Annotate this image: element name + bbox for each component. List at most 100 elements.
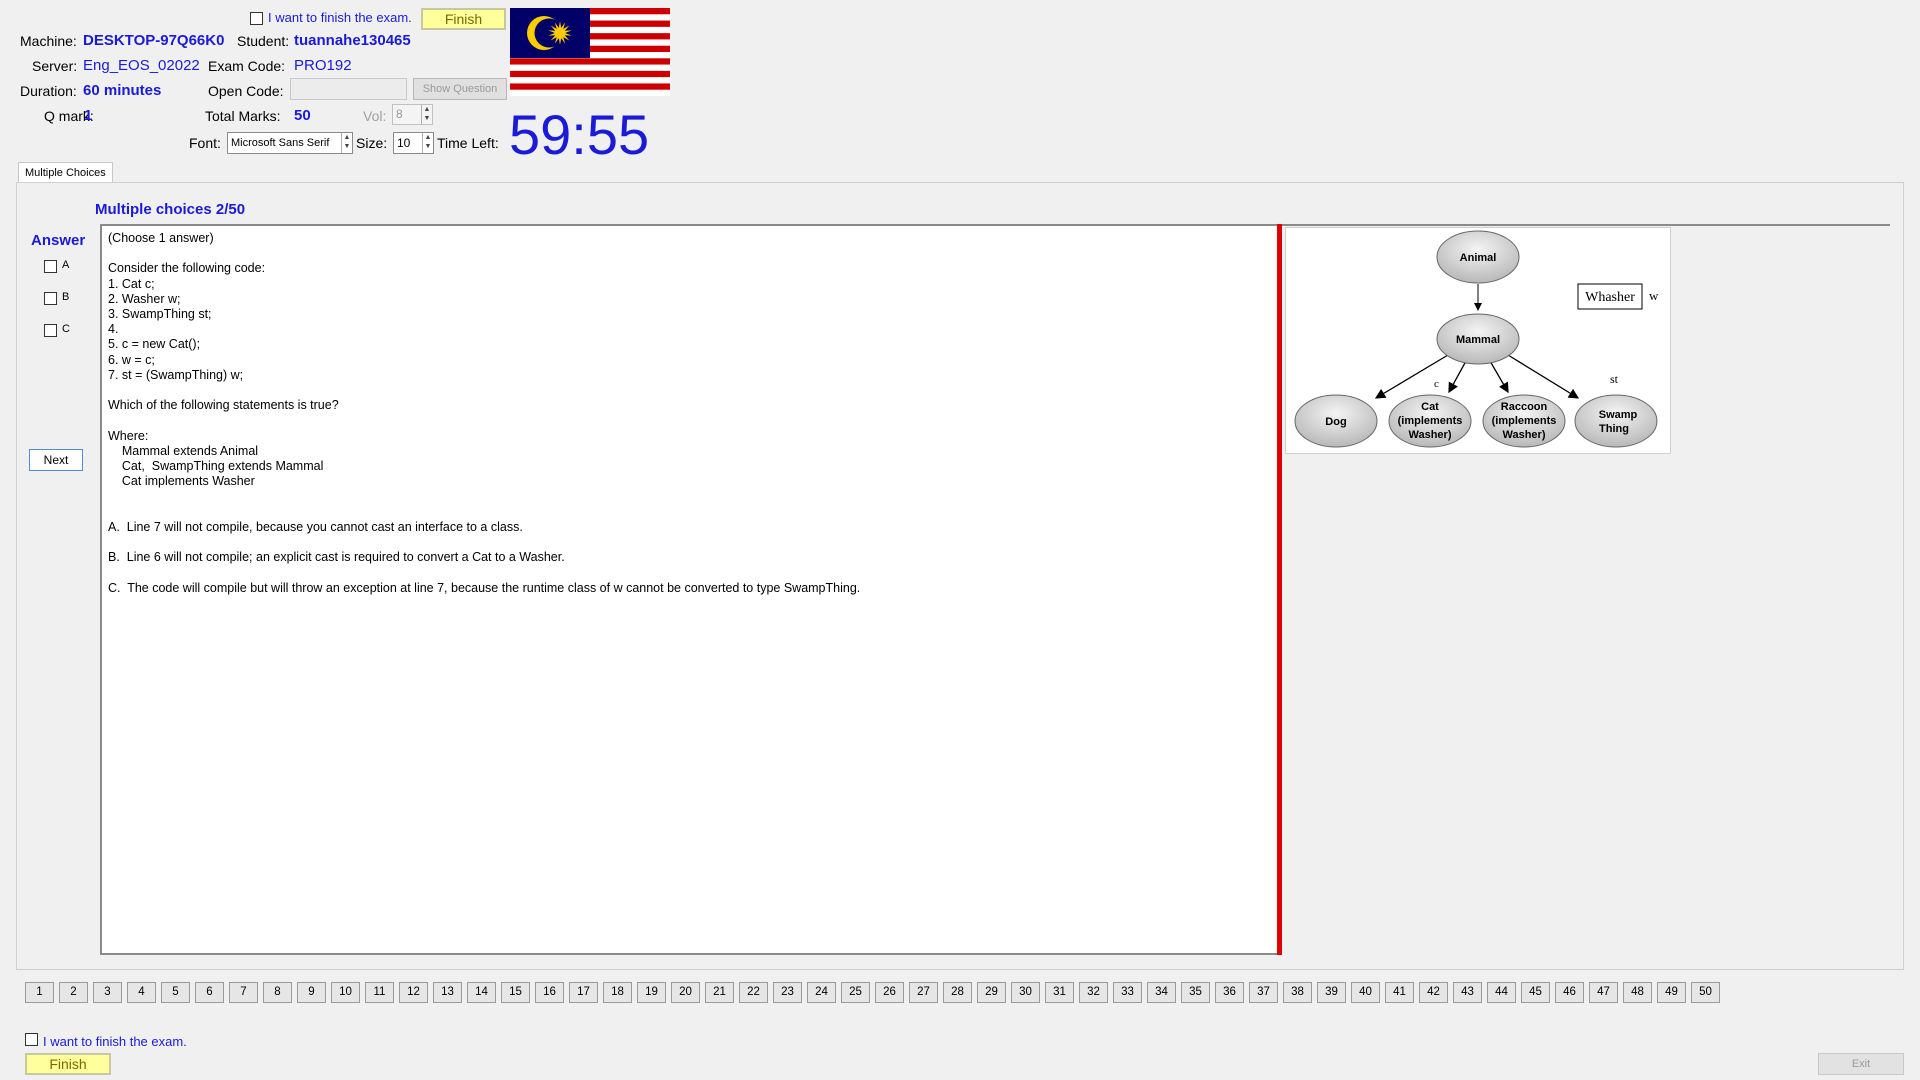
vol-label: Vol: <box>363 108 387 124</box>
st-label: st <box>1610 372 1619 386</box>
question-nav-button[interactable]: 17 <box>569 982 598 1003</box>
answer-checkbox-b[interactable] <box>44 292 57 305</box>
question-nav-button[interactable]: 19 <box>637 982 666 1003</box>
question-nav-button[interactable]: 37 <box>1249 982 1278 1003</box>
question-nav-button[interactable]: 23 <box>773 982 802 1003</box>
question-nav-button[interactable]: 44 <box>1487 982 1516 1003</box>
question-nav-button[interactable]: 14 <box>467 982 496 1003</box>
question-nav-button[interactable]: 29 <box>977 982 1006 1003</box>
exam-code-value: PRO192 <box>294 57 352 74</box>
question-nav-button[interactable]: 42 <box>1419 982 1448 1003</box>
question-nav-button[interactable]: 41 <box>1385 982 1414 1003</box>
answer-option-label: B <box>62 291 70 303</box>
question-nav-button[interactable]: 46 <box>1555 982 1584 1003</box>
question-line: 5. c = new Cat(); <box>108 337 201 352</box>
question-nav-button[interactable]: 5 <box>161 982 190 1003</box>
question-nav-button[interactable]: 10 <box>331 982 360 1003</box>
question-nav-button[interactable]: 20 <box>671 982 700 1003</box>
question-nav-button[interactable]: 22 <box>739 982 768 1003</box>
finish-button-top[interactable]: Finish <box>421 8 506 30</box>
question-line: Consider the following code: <box>108 261 266 276</box>
cat-text-2: (implements <box>1398 415 1463 427</box>
vol-spinner[interactable]: 8 ▲ ▼ <box>392 104 433 125</box>
question-nav-button[interactable]: 48 <box>1623 982 1652 1003</box>
splitter-bar[interactable] <box>1277 224 1282 955</box>
font-spin-arrows[interactable]: ▲ ▼ <box>341 133 352 153</box>
question-nav-button[interactable]: 25 <box>841 982 870 1003</box>
question-nav-button[interactable]: 31 <box>1045 982 1074 1003</box>
question-nav-button[interactable]: 27 <box>909 982 938 1003</box>
question-nav-button[interactable]: 35 <box>1181 982 1210 1003</box>
question-nav-button[interactable]: 9 <box>297 982 326 1003</box>
question-nav-button[interactable]: 4 <box>127 982 156 1003</box>
question-nav-button[interactable]: 12 <box>399 982 428 1003</box>
question-nav-button[interactable]: 43 <box>1453 982 1482 1003</box>
qmark-value: 1 <box>84 107 93 124</box>
question-nav-button[interactable]: 8 <box>263 982 292 1003</box>
question-line: Where: <box>108 428 149 443</box>
finish-exam-checkbox-bottom[interactable] <box>25 1033 38 1046</box>
show-question-button[interactable]: Show Question <box>413 78 507 100</box>
question-nav-button[interactable]: 18 <box>603 982 632 1003</box>
question-nav-button[interactable]: 16 <box>535 982 564 1003</box>
question-nav-button[interactable]: 40 <box>1351 982 1380 1003</box>
question-nav-button[interactable]: 28 <box>943 982 972 1003</box>
open-code-label: Open Code: <box>208 83 284 99</box>
finish-button-bottom[interactable]: Finish <box>25 1053 111 1075</box>
question-nav-button[interactable]: 33 <box>1113 982 1142 1003</box>
answer-label: Answer <box>31 232 86 249</box>
font-select[interactable]: Microsoft Sans Serif ▲ ▼ <box>227 132 353 154</box>
finish-exam-label-bottom: I want to finish the exam. <box>43 1034 187 1049</box>
question-line <box>108 565 1272 580</box>
exit-button[interactable]: Exit <box>1818 1053 1904 1075</box>
size-spinner[interactable]: 10 ▲ ▼ <box>393 132 434 154</box>
question-nav-button[interactable]: 1 <box>25 982 54 1003</box>
question-nav-button[interactable]: 6 <box>195 982 224 1003</box>
question-nav-button[interactable]: 2 <box>59 982 88 1003</box>
question-nav-button[interactable]: 47 <box>1589 982 1618 1003</box>
question-image: Animal Mammal Dog Cat (implements Washer… <box>1285 227 1671 454</box>
question-line: 3. SwampThing st; <box>108 307 212 321</box>
question-nav-button[interactable]: 45 <box>1521 982 1550 1003</box>
question-nav-button[interactable]: 24 <box>807 982 836 1003</box>
question-nav-button[interactable]: 7 <box>229 982 258 1003</box>
student-label: Student: <box>237 33 290 49</box>
countdown-timer: 59:55 <box>509 103 650 166</box>
question-nav-button[interactable]: 15 <box>501 982 530 1003</box>
question-nav-button[interactable]: 13 <box>433 982 462 1003</box>
question-nav-button[interactable]: 36 <box>1215 982 1244 1003</box>
w-label: w <box>1649 288 1659 303</box>
total-marks-value: 50 <box>294 107 311 124</box>
question-line: 6. w = c; <box>108 352 155 367</box>
question-nav-button[interactable]: 49 <box>1657 982 1686 1003</box>
server-label: Server: <box>32 58 78 74</box>
question-nav-button[interactable]: 11 <box>365 982 394 1003</box>
animal-text: Animal <box>1460 252 1497 264</box>
question-nav-button[interactable]: 30 <box>1011 982 1040 1003</box>
next-button[interactable]: Next <box>29 449 83 471</box>
question-nav-button[interactable]: 38 <box>1283 982 1312 1003</box>
answer-option-label: A <box>62 259 70 271</box>
tab-multiple-choices[interactable]: Multiple Choices <box>18 162 113 183</box>
question-nav-button[interactable]: 3 <box>93 982 122 1003</box>
answer-checkbox-a[interactable] <box>44 260 57 273</box>
question-line: 2. Washer w; <box>108 291 181 306</box>
finish-exam-checkbox-top[interactable] <box>250 12 263 25</box>
question-nav-button[interactable]: 32 <box>1079 982 1108 1003</box>
exam-code-label: Exam Code: <box>208 58 286 74</box>
question-nav-button[interactable]: 50 <box>1691 982 1720 1003</box>
answer-checkbox-c[interactable] <box>44 324 57 337</box>
vol-spin-arrows[interactable]: ▲ ▼ <box>421 105 432 124</box>
open-code-input[interactable] <box>290 78 407 100</box>
question-line: 1. Cat c; <box>108 276 155 291</box>
duration-label: Duration: <box>20 83 77 99</box>
question-nav-button[interactable]: 26 <box>875 982 904 1003</box>
image-pane-top-border <box>1282 224 1890 226</box>
question-nav-button[interactable]: 39 <box>1317 982 1346 1003</box>
swamp-text-1: Swamp <box>1599 409 1638 421</box>
question-nav-button[interactable]: 21 <box>705 982 734 1003</box>
size-label: Size: <box>356 135 388 151</box>
question-nav-button[interactable]: 34 <box>1147 982 1176 1003</box>
size-spin-arrows[interactable]: ▲ ▼ <box>422 133 433 153</box>
total-marks-label: Total Marks: <box>205 108 281 124</box>
